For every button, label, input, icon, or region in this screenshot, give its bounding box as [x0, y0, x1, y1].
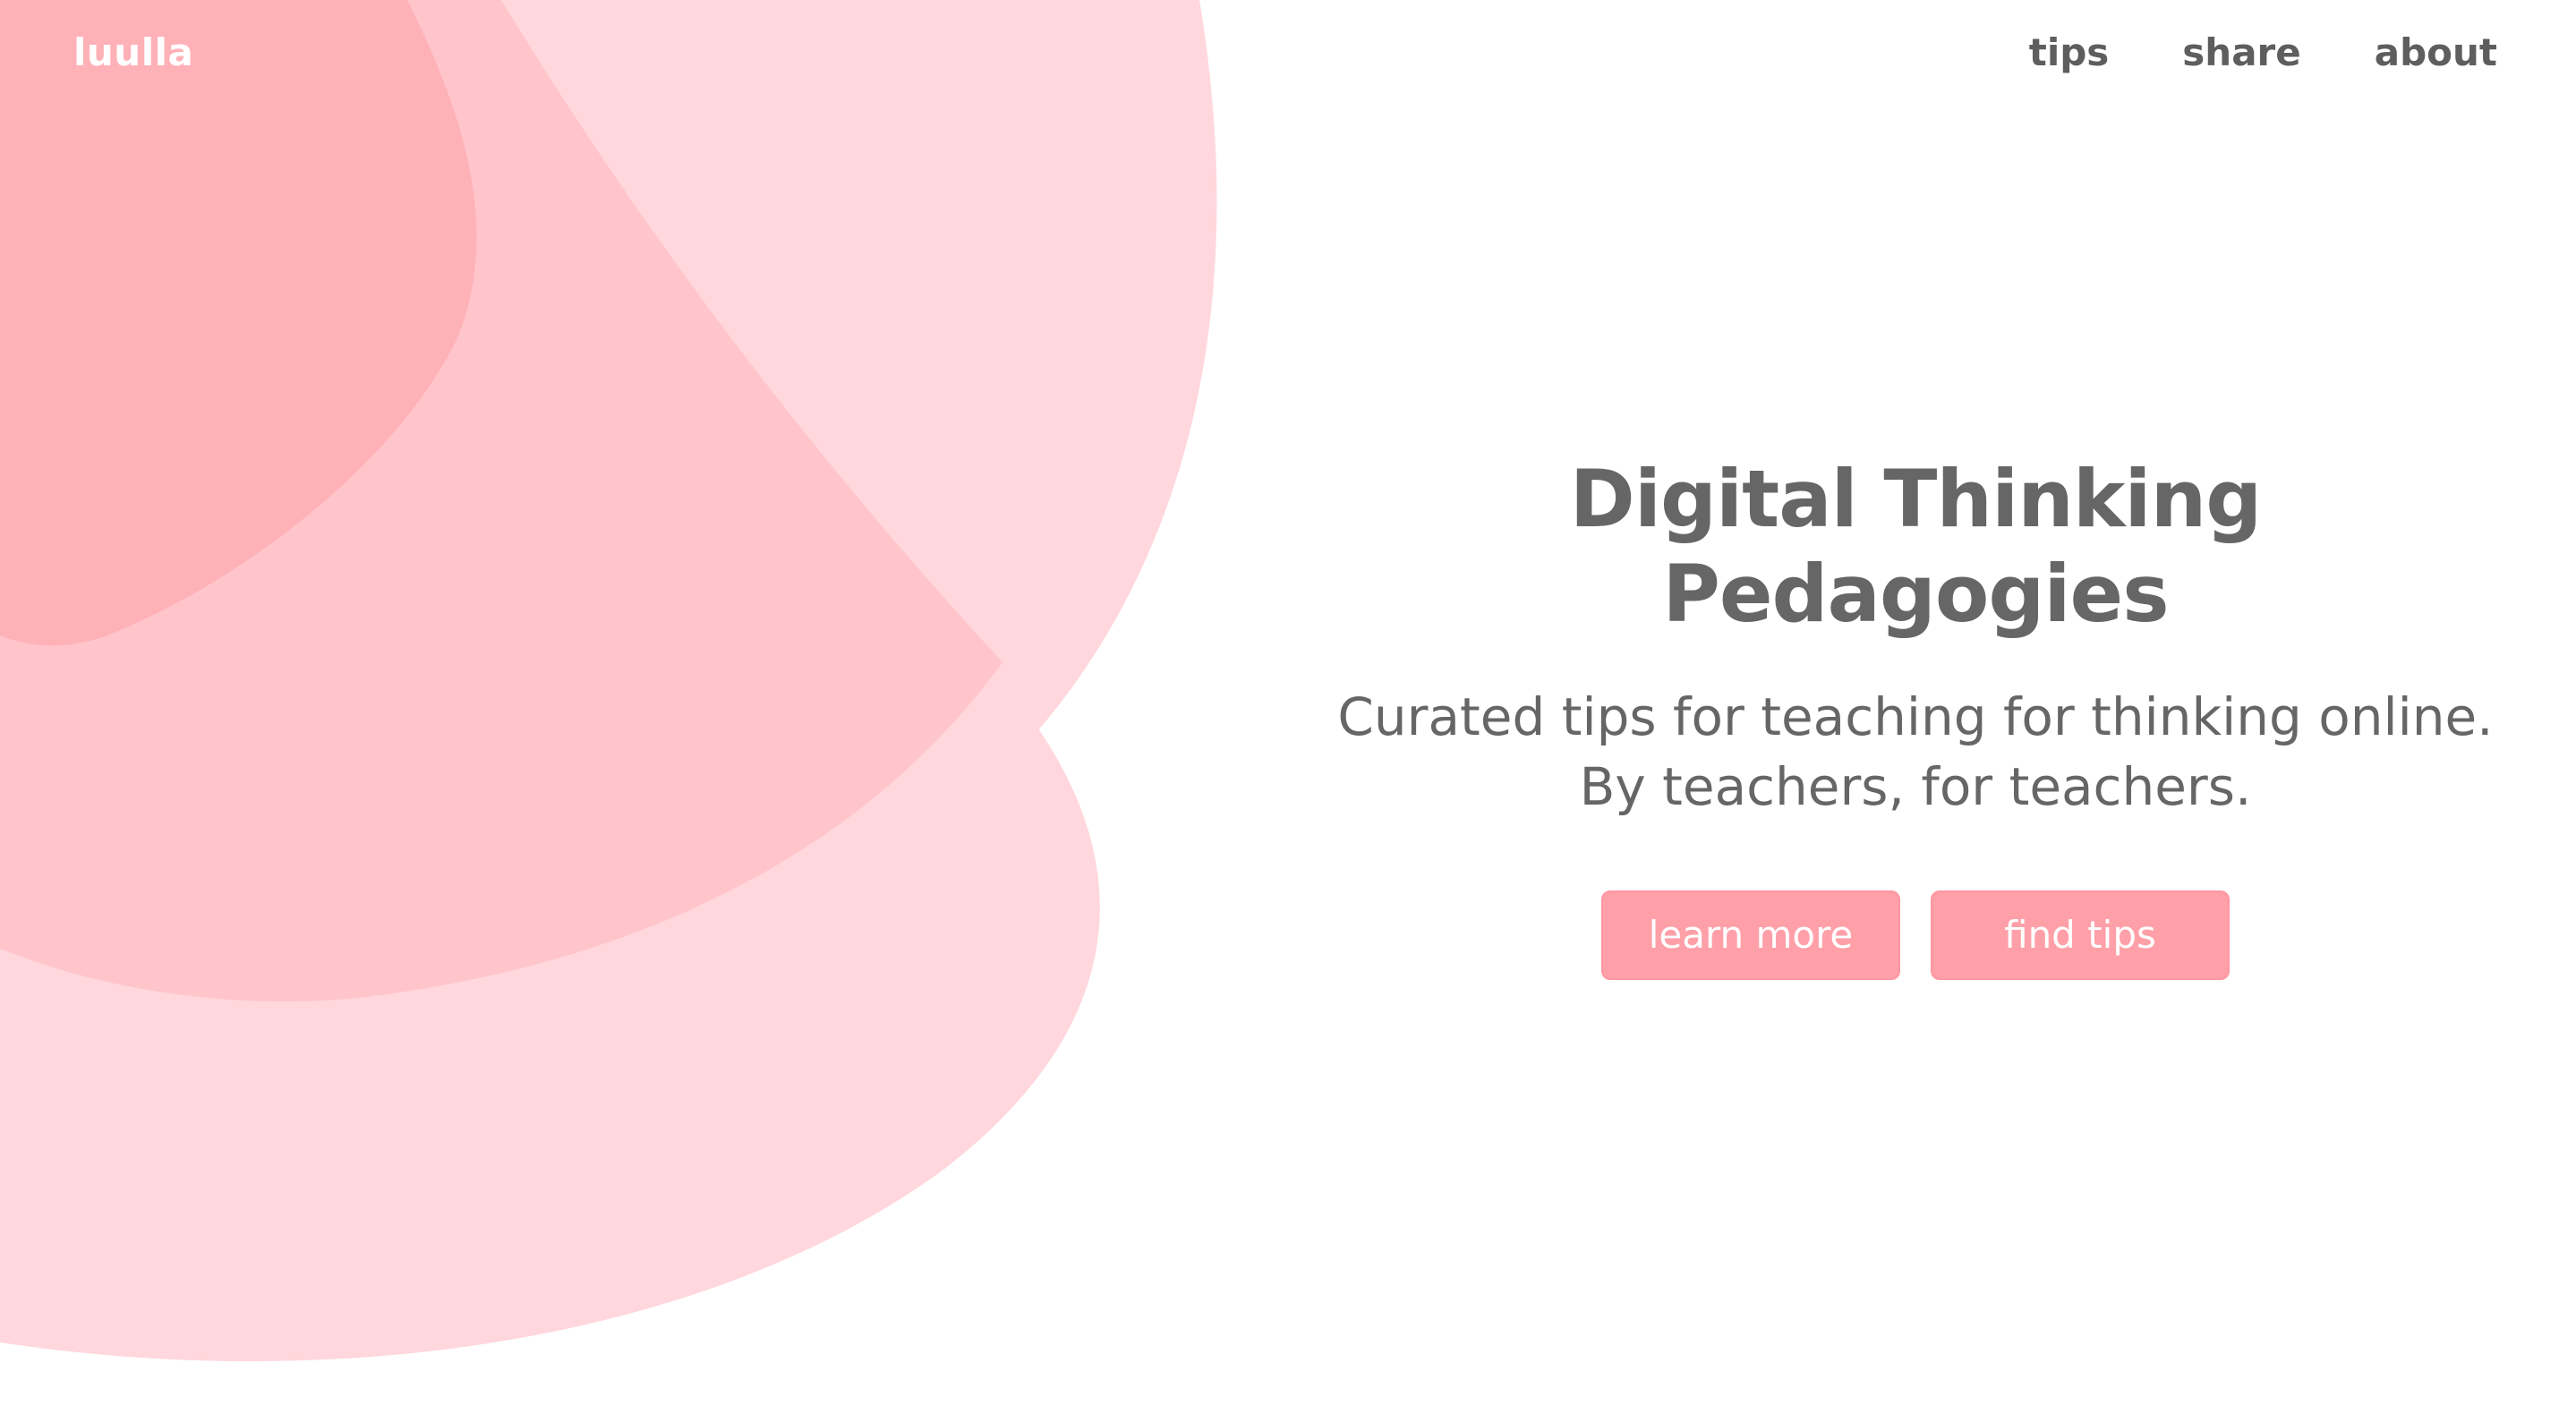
- subtitle-line-1: Curated tips for teaching for thinking o…: [1337, 686, 2494, 748]
- hero-section: Digital Thinking Pedagogies Curated tips…: [1325, 452, 2506, 980]
- hero-subtitle: Curated tips for teaching for thinking o…: [1325, 682, 2506, 822]
- top-nav: tips share about: [2029, 30, 2497, 74]
- brand-logo[interactable]: luulla: [73, 30, 193, 74]
- page-title: Digital Thinking Pedagogies: [1569, 453, 2262, 640]
- nav-item-share[interactable]: share: [2182, 30, 2300, 74]
- subtitle-line-2: By teachers, for teachers.: [1579, 756, 2252, 818]
- nav-item-tips[interactable]: tips: [2029, 30, 2110, 74]
- nav-item-about[interactable]: about: [2375, 30, 2497, 74]
- hero-buttons: learn more find tips: [1325, 890, 2506, 980]
- learn-more-button[interactable]: learn more: [1601, 890, 1900, 980]
- find-tips-button[interactable]: find tips: [1931, 890, 2230, 980]
